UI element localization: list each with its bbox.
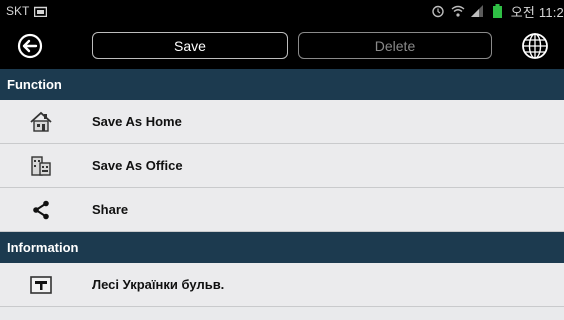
office-icon-wrap	[0, 155, 92, 177]
status-left: SKT	[6, 4, 47, 18]
share-icon	[33, 200, 49, 219]
signpost-icon-wrap	[0, 275, 92, 294]
save-as-office-label: Save As Office	[92, 158, 183, 173]
status-bar: SKT 오전 11:2	[0, 0, 564, 22]
status-right: 오전 11:2	[431, 2, 564, 21]
share-icon-wrap	[0, 200, 92, 220]
delete-button[interactable]: Delete	[298, 32, 492, 59]
save-button[interactable]: Save	[92, 32, 288, 59]
share-label: Share	[92, 202, 129, 217]
home-icon	[30, 111, 52, 132]
alarm-icon	[431, 4, 445, 18]
clock-time: 오전 11:2	[510, 4, 564, 20]
globe-icon	[522, 33, 548, 59]
signpost-icon	[30, 275, 52, 294]
section-header-information: Information	[0, 232, 564, 263]
battery-icon	[491, 4, 505, 18]
back-arrow-icon	[17, 33, 43, 58]
save-as-home-label: Save As Home	[92, 114, 182, 129]
carrier-label: SKT	[6, 4, 30, 18]
wifi-icon	[451, 4, 465, 18]
save-as-office-item[interactable]: Save As Office	[0, 144, 564, 188]
globe-button[interactable]	[520, 31, 550, 61]
share-item[interactable]: Share	[0, 188, 564, 232]
save-as-home-item[interactable]: Save As Home	[0, 100, 564, 144]
address-label: Лесі Українки бульв.	[92, 277, 225, 292]
home-icon-wrap	[0, 111, 92, 133]
signal-icon	[470, 4, 485, 18]
back-button[interactable]	[0, 22, 60, 69]
section-header-function: Function	[0, 69, 564, 100]
office-icon	[31, 155, 51, 176]
address-item[interactable]: Лесі Українки бульв.	[0, 263, 564, 307]
image-notification-icon	[33, 4, 47, 18]
action-toolbar: Save Delete	[0, 22, 564, 69]
